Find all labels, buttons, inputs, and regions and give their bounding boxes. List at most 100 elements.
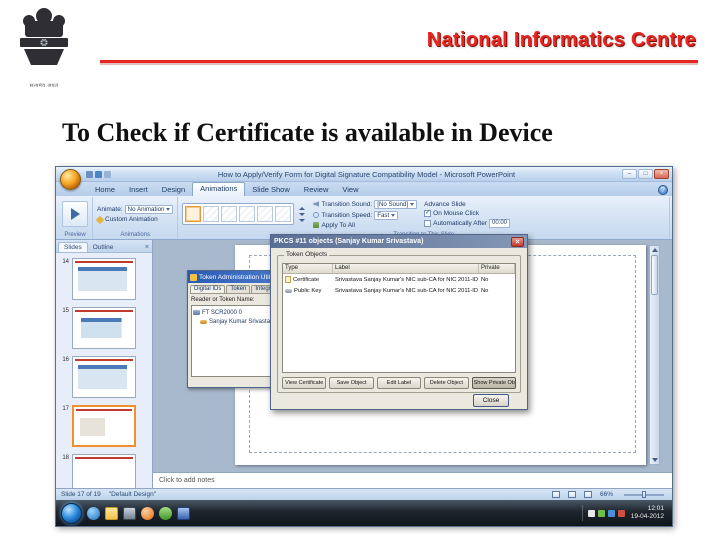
redo-icon[interactable] xyxy=(104,170,111,178)
gallery-down-icon[interactable] xyxy=(298,212,305,216)
tray-icon-2[interactable] xyxy=(597,509,605,517)
notes-pane[interactable]: Click to add notes xyxy=(153,472,672,488)
tab-insert[interactable]: Insert xyxy=(122,184,155,196)
tab-slides[interactable]: Slides xyxy=(58,242,88,252)
ribbon-group-animations: Animate: No Animation Custom Animation A… xyxy=(93,197,179,239)
tab-token[interactable]: Token xyxy=(226,285,251,293)
tab-home[interactable]: Home xyxy=(88,184,122,196)
thumbnail-preview xyxy=(75,310,133,346)
undo-icon[interactable] xyxy=(95,170,102,178)
messenger-icon[interactable] xyxy=(159,506,172,520)
zoom-slider-thumb[interactable] xyxy=(642,491,646,498)
document-app-icon[interactable] xyxy=(177,506,190,520)
tab-review[interactable]: Review xyxy=(297,184,336,196)
office-button-icon[interactable] xyxy=(60,169,81,190)
powerpoint-window: How to Apply/Verify Form for Digital Sig… xyxy=(55,166,673,527)
save-icon[interactable] xyxy=(86,170,93,178)
scroll-down-icon[interactable] xyxy=(651,458,658,462)
tray-icon-4[interactable] xyxy=(617,509,625,517)
edit-label-button[interactable]: Edit Label xyxy=(376,377,422,389)
minimize-button[interactable]: – xyxy=(622,169,637,179)
tab-slide-show[interactable]: Slide Show xyxy=(245,184,297,196)
start-button[interactable] xyxy=(61,502,82,524)
column-type[interactable]: Type xyxy=(283,264,333,273)
tab-design[interactable]: Design xyxy=(155,184,192,196)
media-player-icon[interactable] xyxy=(141,506,154,520)
emblem-motto: सत्यमेव जयते xyxy=(29,83,59,89)
page-title: To Check if Certificate is available in … xyxy=(62,118,553,147)
automatically-after-checkbox[interactable] xyxy=(424,219,432,227)
transition-tile[interactable] xyxy=(275,206,292,222)
animate-label: Animate: xyxy=(97,206,123,213)
taskbar-clock[interactable]: 12:01 19-04-2012 xyxy=(628,505,667,521)
reader-icon xyxy=(193,310,200,315)
objects-list: Type Label Private Certificate Srivastav… xyxy=(282,263,516,373)
token-name: Sanjay Kumar Srivastava xyxy=(209,318,277,325)
transition-speed-select[interactable]: Fast xyxy=(374,210,399,220)
view-slideshow-icon[interactable] xyxy=(583,491,592,498)
show-desktop-icon[interactable] xyxy=(123,506,136,520)
folder-icon[interactable] xyxy=(105,506,118,520)
titlebar[interactable]: How to Apply/Verify Form for Digital Sig… xyxy=(56,167,672,182)
transition-tile[interactable] xyxy=(239,206,256,222)
help-icon[interactable]: ? xyxy=(658,185,668,195)
transition-none-tile[interactable] xyxy=(185,206,202,222)
slide-thumbnail[interactable] xyxy=(72,307,136,349)
preview-button[interactable] xyxy=(62,201,88,227)
brand-title: National Informatics Centre xyxy=(426,29,696,51)
animate-value: No Animation xyxy=(127,206,165,213)
tab-outline[interactable]: Outline xyxy=(88,243,119,252)
slides-panel: Slides Outline × 14 15 16 17 18 xyxy=(56,240,153,488)
column-private[interactable]: Private xyxy=(479,264,515,273)
slide-thumbnail-selected[interactable] xyxy=(72,405,136,447)
certificate-icon xyxy=(285,276,291,283)
apply-to-all-button[interactable]: Apply To All xyxy=(321,222,354,229)
dialog-close-button[interactable]: Close xyxy=(473,394,509,407)
view-normal-icon[interactable] xyxy=(551,491,560,498)
thumbnail-row: 17 xyxy=(60,405,150,447)
custom-animation-button[interactable]: Custom Animation xyxy=(105,216,158,223)
show-private-objects-button[interactable]: Show Private Objects xyxy=(471,377,517,389)
window-title: How to Apply/Verify Form for Digital Sig… xyxy=(217,169,516,179)
close-button[interactable]: × xyxy=(654,169,669,179)
tray-icon-3[interactable] xyxy=(607,509,615,517)
transition-sound-select[interactable]: [No Sound] xyxy=(374,199,418,209)
tray-icon-1[interactable] xyxy=(587,509,595,517)
tab-digital-ids[interactable]: Digital IDs xyxy=(190,285,226,293)
scroll-up-icon[interactable] xyxy=(651,248,658,252)
scrollbar-thumb[interactable] xyxy=(651,255,658,295)
dialog-titlebar[interactable]: PKCS #11 objects (Sanjay Kumar Srivastav… xyxy=(271,235,527,248)
view-sorter-icon[interactable] xyxy=(567,491,576,498)
column-label[interactable]: Label xyxy=(333,264,479,273)
gallery-more-icon[interactable] xyxy=(298,218,305,222)
delete-object-button[interactable]: Delete Object xyxy=(424,377,469,389)
tab-view[interactable]: View xyxy=(335,184,365,196)
animate-select[interactable]: No Animation xyxy=(124,205,174,214)
gallery-up-icon[interactable] xyxy=(298,206,305,210)
on-mouse-click-checkbox[interactable]: ✓ xyxy=(424,209,432,217)
tab-animations[interactable]: Animations xyxy=(192,182,246,196)
view-certificate-button[interactable]: View Certificate xyxy=(282,377,327,389)
dialog-close-icon[interactable]: × xyxy=(511,236,524,247)
transition-speed-value: Fast xyxy=(377,211,390,219)
slide-thumbnail[interactable] xyxy=(72,356,136,398)
auto-after-time-input[interactable]: 00:00 xyxy=(488,218,510,228)
slide-thumbnail[interactable] xyxy=(72,454,136,488)
zoom-slider[interactable] xyxy=(624,491,664,498)
maximize-button[interactable]: □ xyxy=(638,169,653,179)
check-icon: ✓ xyxy=(425,210,431,216)
editor-column: Token Administration Utility Digital IDs… xyxy=(153,234,672,488)
transition-tile[interactable] xyxy=(221,206,238,222)
vertical-scrollbar[interactable] xyxy=(649,245,660,465)
save-object-button[interactable]: Save Object xyxy=(329,377,374,389)
panel-close-icon[interactable]: × xyxy=(145,244,152,252)
object-row-certificate[interactable]: Certificate Srivastava Sanjay Kumar's NI… xyxy=(283,274,515,285)
thumbnail-preview xyxy=(76,409,132,443)
transition-tile[interactable] xyxy=(257,206,274,222)
advance-slide-column: Advance Slide ✓ On Mouse Click Automatic… xyxy=(424,201,510,228)
group-label-animations: Animations xyxy=(120,231,151,238)
transition-tile[interactable] xyxy=(203,206,220,222)
object-row-public-key[interactable]: Public Key Srivastava Sanjay Kumar's NIC… xyxy=(283,285,515,296)
browser-icon[interactable] xyxy=(87,506,100,520)
slide-thumbnail[interactable] xyxy=(72,258,136,300)
